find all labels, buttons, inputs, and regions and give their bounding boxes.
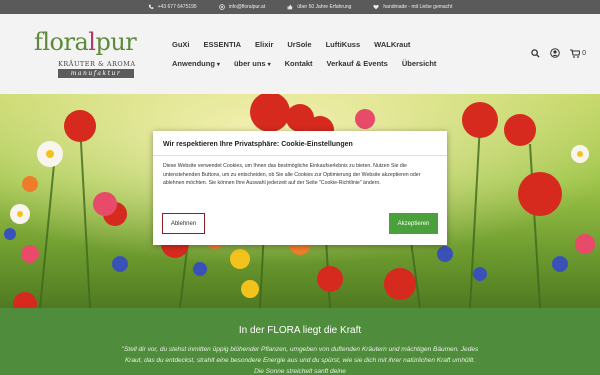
handmade-text: handmade - mit Liebe gemacht (383, 4, 453, 10)
nav-row-info: Anwendung ▾ über uns ▾ Kontakt Verkauf & E… (172, 59, 512, 68)
logo-subtitle: KRÄUTER & AROMA (58, 60, 136, 68)
at-icon (218, 4, 225, 10)
nav-item-kontakt[interactable]: Kontakt (285, 59, 313, 68)
nav-item-luftikuss[interactable]: LuftiKuss (326, 40, 361, 49)
phone-text: +43 677 6475195 (157, 4, 197, 10)
chevron-down-icon: ▾ (267, 62, 271, 68)
user-icon[interactable] (550, 48, 560, 58)
main-nav: GuXi ESSENTIA Elixir UrSole LuftiKuss WA… (172, 40, 512, 78)
top-info-bar: +43 677 6475195 info@floralpur.at über 5… (0, 0, 600, 14)
section-title: In der FLORA liegt die Kraft (238, 325, 362, 336)
thumbs-up-icon (287, 4, 293, 10)
logo-wordmark: floralpur (34, 28, 137, 56)
header-actions: 0 (531, 48, 586, 58)
decline-button[interactable]: Ablehnen (162, 213, 205, 234)
dialog-title: Wir respektieren Ihre Privatsphäre: Cook… (163, 141, 353, 148)
experience-text: über 50 Jahre Erfahrung (297, 4, 352, 10)
nav-row-products: GuXi ESSENTIA Elixir UrSole LuftiKuss WA… (172, 40, 512, 49)
search-icon[interactable] (531, 48, 540, 58)
handmade-info: handmade - mit Liebe gemacht (373, 4, 452, 10)
nav-item-elixir[interactable]: Elixir (255, 40, 273, 49)
nav-item-verkauf-events[interactable]: Verkauf & Events (327, 59, 388, 68)
nav-item-walkraut[interactable]: WALKraut (374, 40, 410, 49)
site-header: floralpur KRÄUTER & AROMA manufaktur GuX… (0, 14, 600, 94)
experience-info: über 50 Jahre Erfahrung (287, 4, 351, 10)
nav-item-ursole[interactable]: UrSole (287, 40, 311, 49)
email-info[interactable]: info@floralpur.at (218, 4, 266, 10)
dialog-divider (153, 155, 447, 156)
nav-item-uebersicht[interactable]: Übersicht (402, 59, 437, 68)
nav-item-essentia[interactable]: ESSENTIA (204, 40, 242, 49)
nav-item-ueber-uns[interactable]: über uns ▾ (234, 59, 271, 68)
cart-count: 0 (582, 49, 586, 57)
email-text: info@floralpur.at (228, 4, 266, 10)
cookie-consent-dialog: Wir respektieren Ihre Privatsphäre: Cook… (153, 131, 447, 245)
logo-tagline: manufaktur (58, 69, 134, 78)
cart-icon (570, 48, 581, 58)
cart-button[interactable]: 0 (570, 48, 586, 58)
accept-button[interactable]: Akzeptieren (389, 213, 438, 234)
site-logo[interactable]: floralpur KRÄUTER & AROMA manufaktur (34, 28, 137, 90)
section-text: "Stell dir vor, du stehst inmitten üppig… (121, 346, 479, 375)
nav-item-anwendung[interactable]: Anwendung ▾ (172, 59, 220, 68)
chevron-down-icon: ▾ (216, 62, 220, 68)
heart-icon (373, 4, 379, 10)
nav-item-guxi[interactable]: GuXi (172, 40, 190, 49)
phone-info[interactable]: +43 677 6475195 (148, 4, 197, 10)
dialog-text: Diese Website verwendet Cookies, um Ihne… (163, 163, 421, 186)
intro-section: In der FLORA liegt die Kraft "Stell dir … (0, 308, 600, 375)
phone-icon (148, 4, 154, 9)
